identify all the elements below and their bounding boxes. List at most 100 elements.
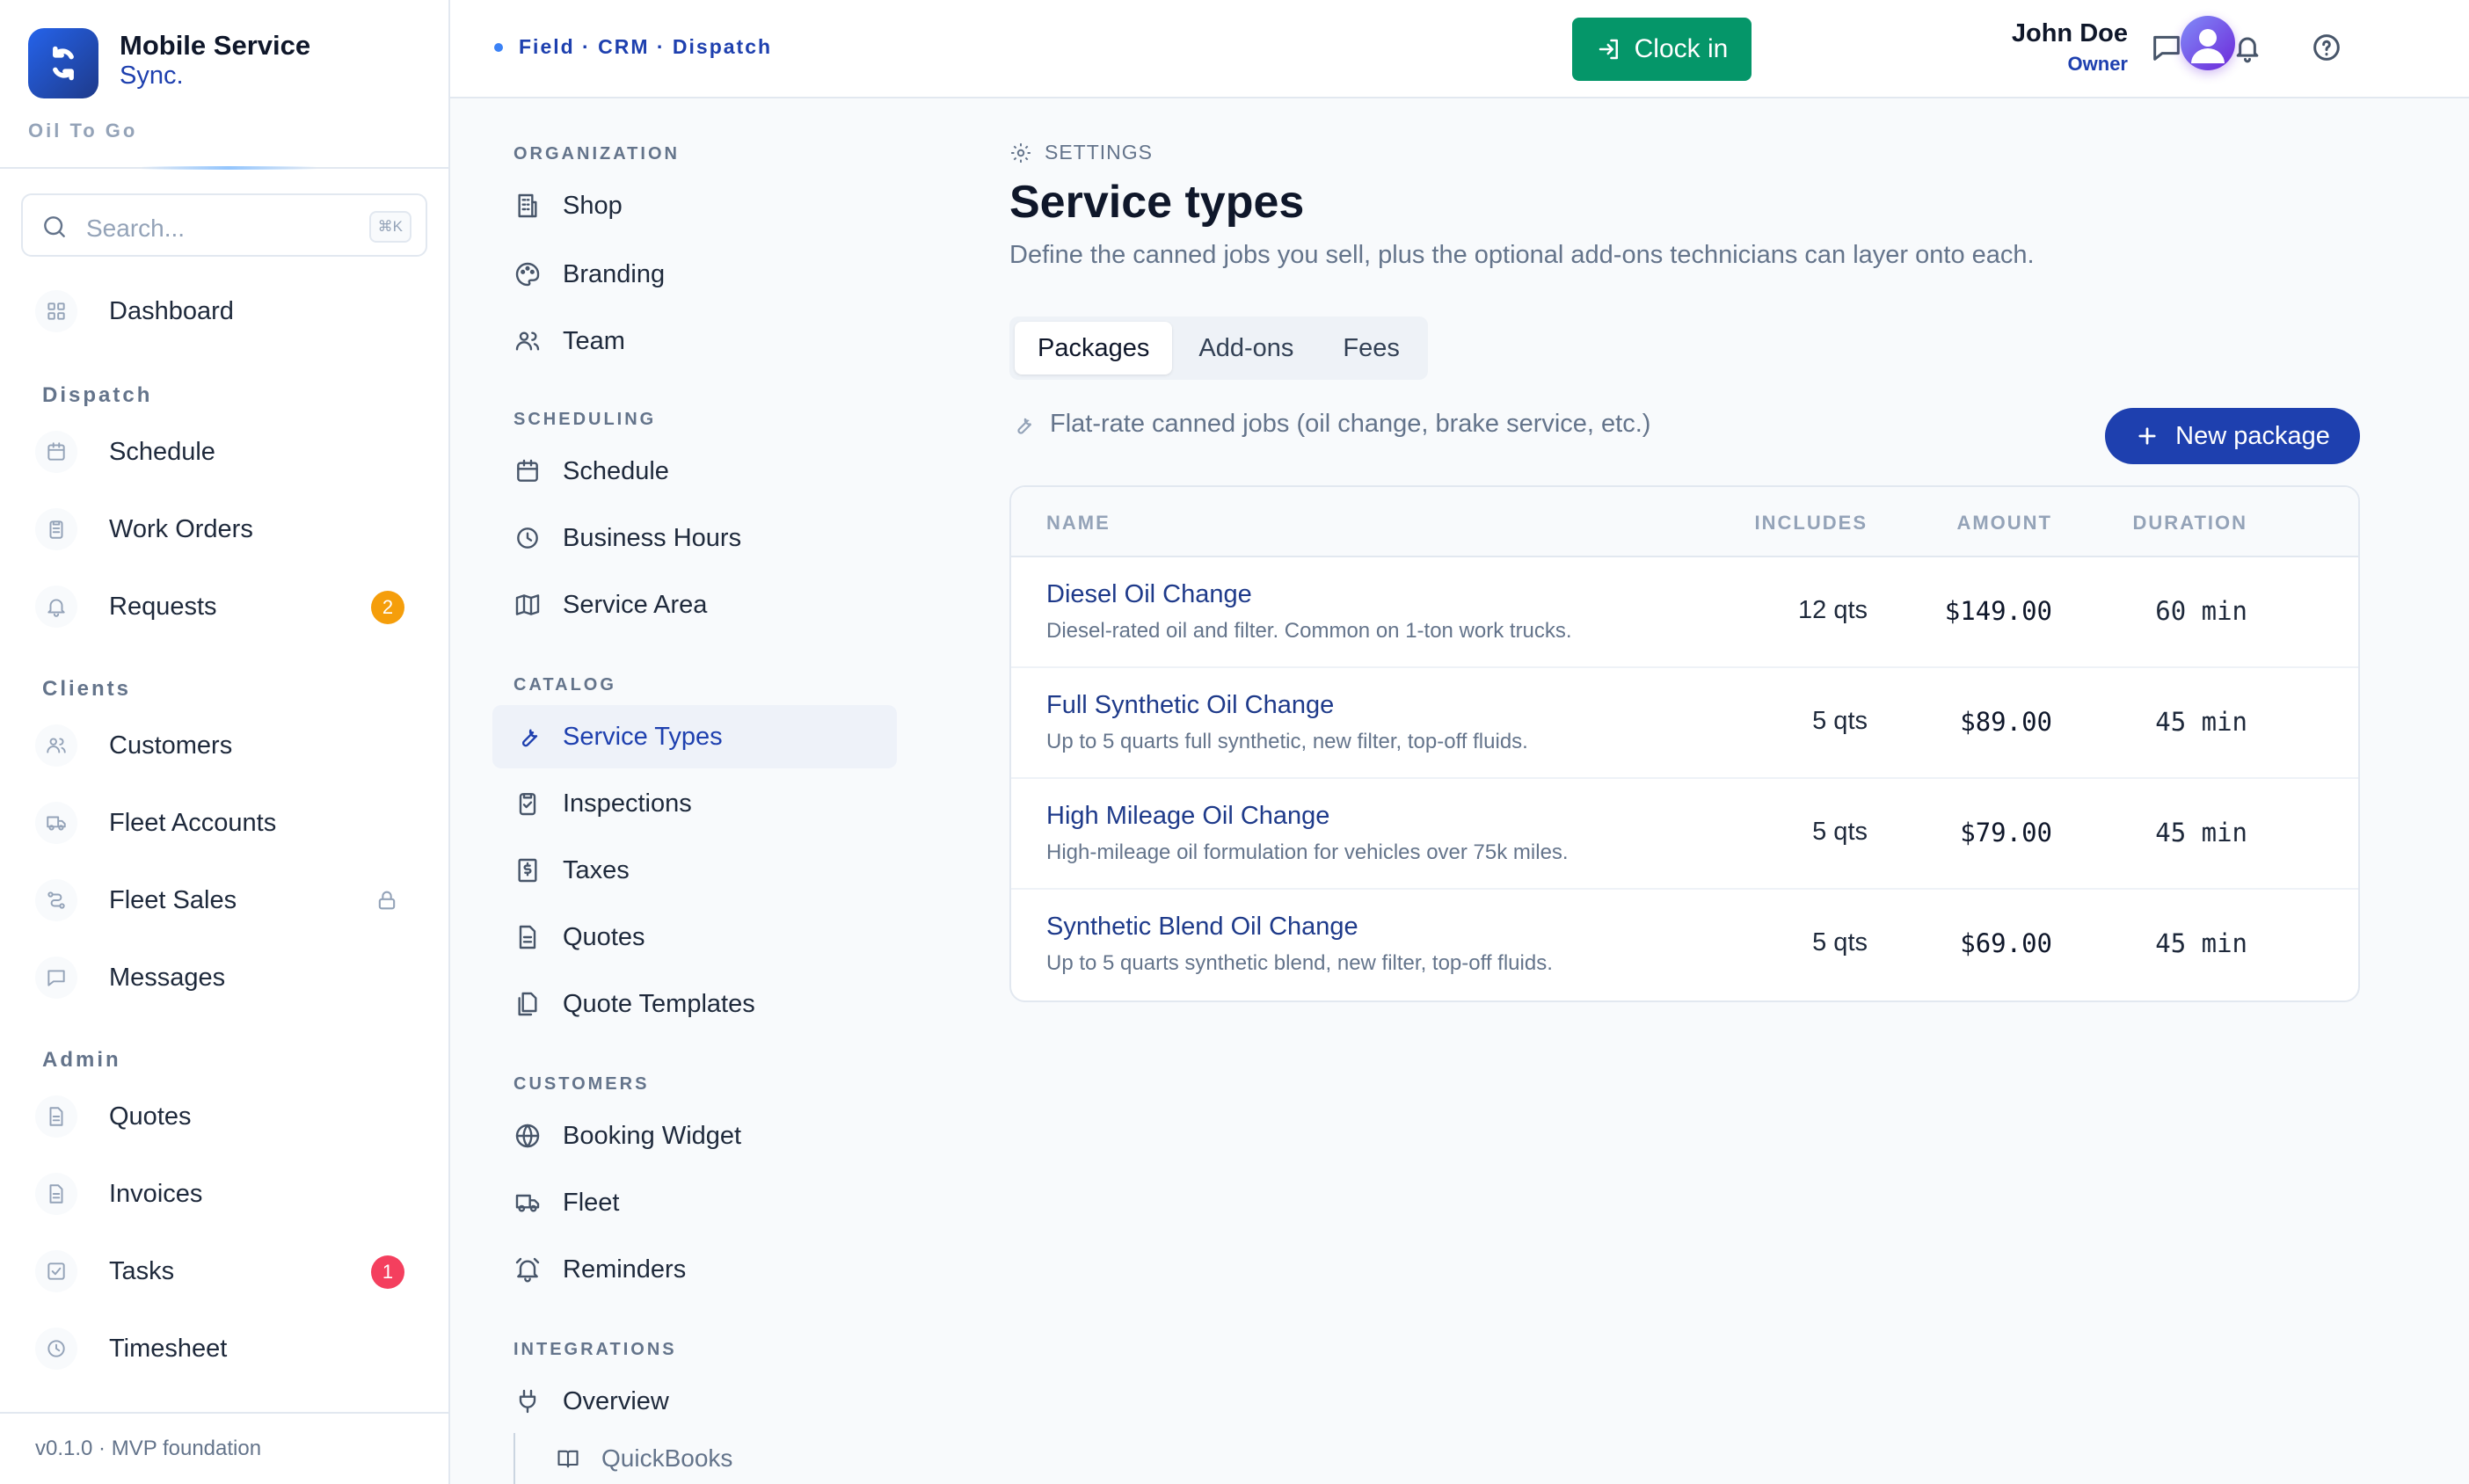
sidebar-item-tasks[interactable]: Tasks 1 — [35, 1243, 422, 1299]
subnav-item-label: Quote Templates — [563, 989, 755, 1018]
subnav-item-shop[interactable]: Shop — [492, 174, 897, 237]
subnav-item-label: QuickBooks — [601, 1444, 733, 1472]
palette-icon — [513, 260, 542, 288]
clipboard-icon — [35, 508, 77, 550]
clock-in-button[interactable]: Clock in — [1572, 18, 1752, 81]
breadcrumb-text: Field · CRM · Dispatch — [519, 35, 773, 58]
sidebar-item-label: Requests — [109, 592, 217, 621]
subnav-item-quote-templates[interactable]: Quote Templates — [492, 972, 897, 1036]
subnav-item-label: Taxes — [563, 855, 630, 884]
package-amount: $69.00 — [1960, 928, 2052, 958]
subnav-item-reminders[interactable]: Reminders — [492, 1238, 897, 1301]
sidebar-item-dashboard[interactable]: Dashboard — [35, 283, 422, 339]
subnav-item-fleet[interactable]: Fleet — [492, 1171, 897, 1234]
subnav-item-taxes[interactable]: Taxes — [492, 839, 897, 902]
subnav-section-organization: ORGANIZATION — [513, 144, 680, 164]
sidebar-item-messages[interactable]: Messages — [35, 949, 422, 1006]
sidebar-item-requests[interactable]: Requests 2 — [35, 578, 422, 635]
sidebar-item-timesheet[interactable]: Timesheet — [35, 1320, 422, 1377]
tab-add-ons[interactable]: Add-ons — [1176, 322, 1316, 375]
subnav-item-service-types[interactable]: Service Types — [492, 705, 897, 768]
subnav-item-label: Quotes — [563, 922, 645, 951]
building-icon — [513, 192, 542, 220]
subnav-section-integrations: INTEGRATIONS — [513, 1340, 677, 1359]
subnav-item-booking-widget[interactable]: Booking Widget — [492, 1104, 897, 1168]
column-header-duration[interactable]: DURATION — [2133, 512, 2247, 535]
sync-icon — [53, 46, 74, 81]
column-header-name[interactable]: NAME — [1046, 512, 1111, 535]
table-row[interactable]: Diesel Oil Change Diesel-rated oil and f… — [1011, 557, 2358, 668]
gear-icon — [1011, 142, 1031, 163]
package-name[interactable]: Diesel Oil Change — [1046, 580, 1252, 609]
sidebar-item-quotes[interactable]: Quotes — [35, 1088, 422, 1145]
sidebar-item-label: Customers — [109, 731, 233, 760]
column-header-amount[interactable]: AMOUNT — [1956, 512, 2052, 535]
subnav-item-inspections[interactable]: Inspections — [492, 772, 897, 835]
package-name[interactable]: Full Synthetic Oil Change — [1046, 691, 1334, 720]
settings-subnav: ORGANIZATION Shop Branding Team SCHEDULI… — [450, 98, 943, 1484]
sidebar-item-fleet-sales[interactable]: Fleet Sales — [35, 872, 422, 928]
notifications-icon[interactable] — [2230, 30, 2265, 65]
page-description: Define the canned jobs you sell, plus th… — [1009, 241, 2035, 269]
help-icon[interactable] — [2309, 30, 2344, 65]
package-description: High-mileage oil formulation for vehicle… — [1046, 840, 1569, 864]
file-icon — [35, 1095, 77, 1138]
subnav-item-overview[interactable]: Overview — [492, 1370, 897, 1433]
messages-icon[interactable] — [2149, 30, 2184, 65]
sidebar-item-invoices[interactable]: Invoices — [35, 1166, 422, 1222]
subnav-item-quotes[interactable]: Quotes — [492, 906, 897, 969]
subnav-item-quickbooks[interactable]: QuickBooks — [538, 1433, 872, 1484]
sidebar-item-schedule[interactable]: Schedule — [35, 424, 422, 480]
sidebar-item-work-orders[interactable]: Work Orders — [35, 501, 422, 557]
message-icon — [35, 957, 77, 999]
subnav-item-business-hours[interactable]: Business Hours — [492, 506, 897, 570]
subnav-item-service-area[interactable]: Service Area — [492, 573, 897, 637]
packages-table: NAME INCLUDES AMOUNT DURATION Diesel Oil… — [1009, 485, 2360, 1002]
search-box[interactable]: Search... ⌘K — [21, 193, 427, 257]
new-package-button[interactable]: New package — [2105, 408, 2360, 464]
column-header-includes[interactable]: INCLUDES — [1755, 512, 1868, 535]
table-row[interactable]: High Mileage Oil Change High-mileage oil… — [1011, 779, 2358, 890]
subnav-item-schedule[interactable]: Schedule — [492, 440, 897, 503]
subnav-item-label: Service Types — [563, 722, 723, 751]
clock-in-label: Clock in — [1634, 34, 1729, 63]
tab-bar: Packages Add-ons Fees — [1009, 316, 1428, 380]
eyebrow-label: SETTINGS — [1045, 141, 1154, 164]
user-avatar[interactable] — [2181, 16, 2235, 70]
app-version: v0.1.0 · MVP foundation — [0, 1412, 448, 1484]
status-dot — [494, 42, 503, 52]
sidebar-item-customers[interactable]: Customers — [35, 717, 422, 774]
subnav-item-branding[interactable]: Branding — [492, 243, 897, 306]
top-bar: Field · CRM · Dispatch Clock in John Doe… — [450, 0, 2469, 98]
package-name[interactable]: Synthetic Blend Oil Change — [1046, 913, 1358, 942]
new-package-label: New package — [2175, 421, 2330, 450]
checkbox-icon — [35, 1250, 77, 1292]
search-input[interactable]: Search... — [86, 215, 185, 243]
sidebar-item-label: Tasks — [109, 1256, 175, 1285]
package-amount: $79.00 — [1960, 818, 2052, 847]
tab-packages[interactable]: Packages — [1015, 322, 1173, 375]
sidebar-item-fleet-accounts[interactable]: Fleet Accounts — [35, 795, 422, 851]
grid-icon — [35, 290, 77, 332]
subnav-item-label: Inspections — [563, 789, 692, 818]
clock-icon — [35, 1328, 77, 1370]
sidebar-section-dispatch: Dispatch — [42, 383, 153, 407]
package-description: Up to 5 quarts full synthetic, new filte… — [1046, 730, 1528, 753]
user-name: John Doe — [2011, 19, 2128, 47]
subnav-item-team[interactable]: Team — [492, 309, 897, 373]
subnav-section-scheduling: SCHEDULING — [513, 410, 657, 429]
table-row[interactable]: Synthetic Blend Oil Change Up to 5 quart… — [1011, 890, 2358, 1000]
subnav-section-customers: CUSTOMERS — [513, 1074, 650, 1094]
clipboard-check-icon — [513, 789, 542, 818]
package-name[interactable]: High Mileage Oil Change — [1046, 802, 1329, 831]
app-logo[interactable] — [28, 28, 98, 98]
package-duration: 45 min — [2155, 818, 2247, 847]
globe-icon — [513, 1122, 542, 1150]
sidebar-item-label: Fleet Sales — [109, 885, 237, 914]
sidebar-item-label: Fleet Accounts — [109, 808, 277, 837]
tab-fees[interactable]: Fees — [1320, 322, 1422, 375]
package-includes: 5 qts — [1812, 818, 1868, 846]
table-row[interactable]: Full Synthetic Oil Change Up to 5 quarts… — [1011, 668, 2358, 779]
subnav-item-label: Team — [563, 326, 625, 355]
breadcrumb: Field · CRM · Dispatch — [494, 35, 772, 59]
